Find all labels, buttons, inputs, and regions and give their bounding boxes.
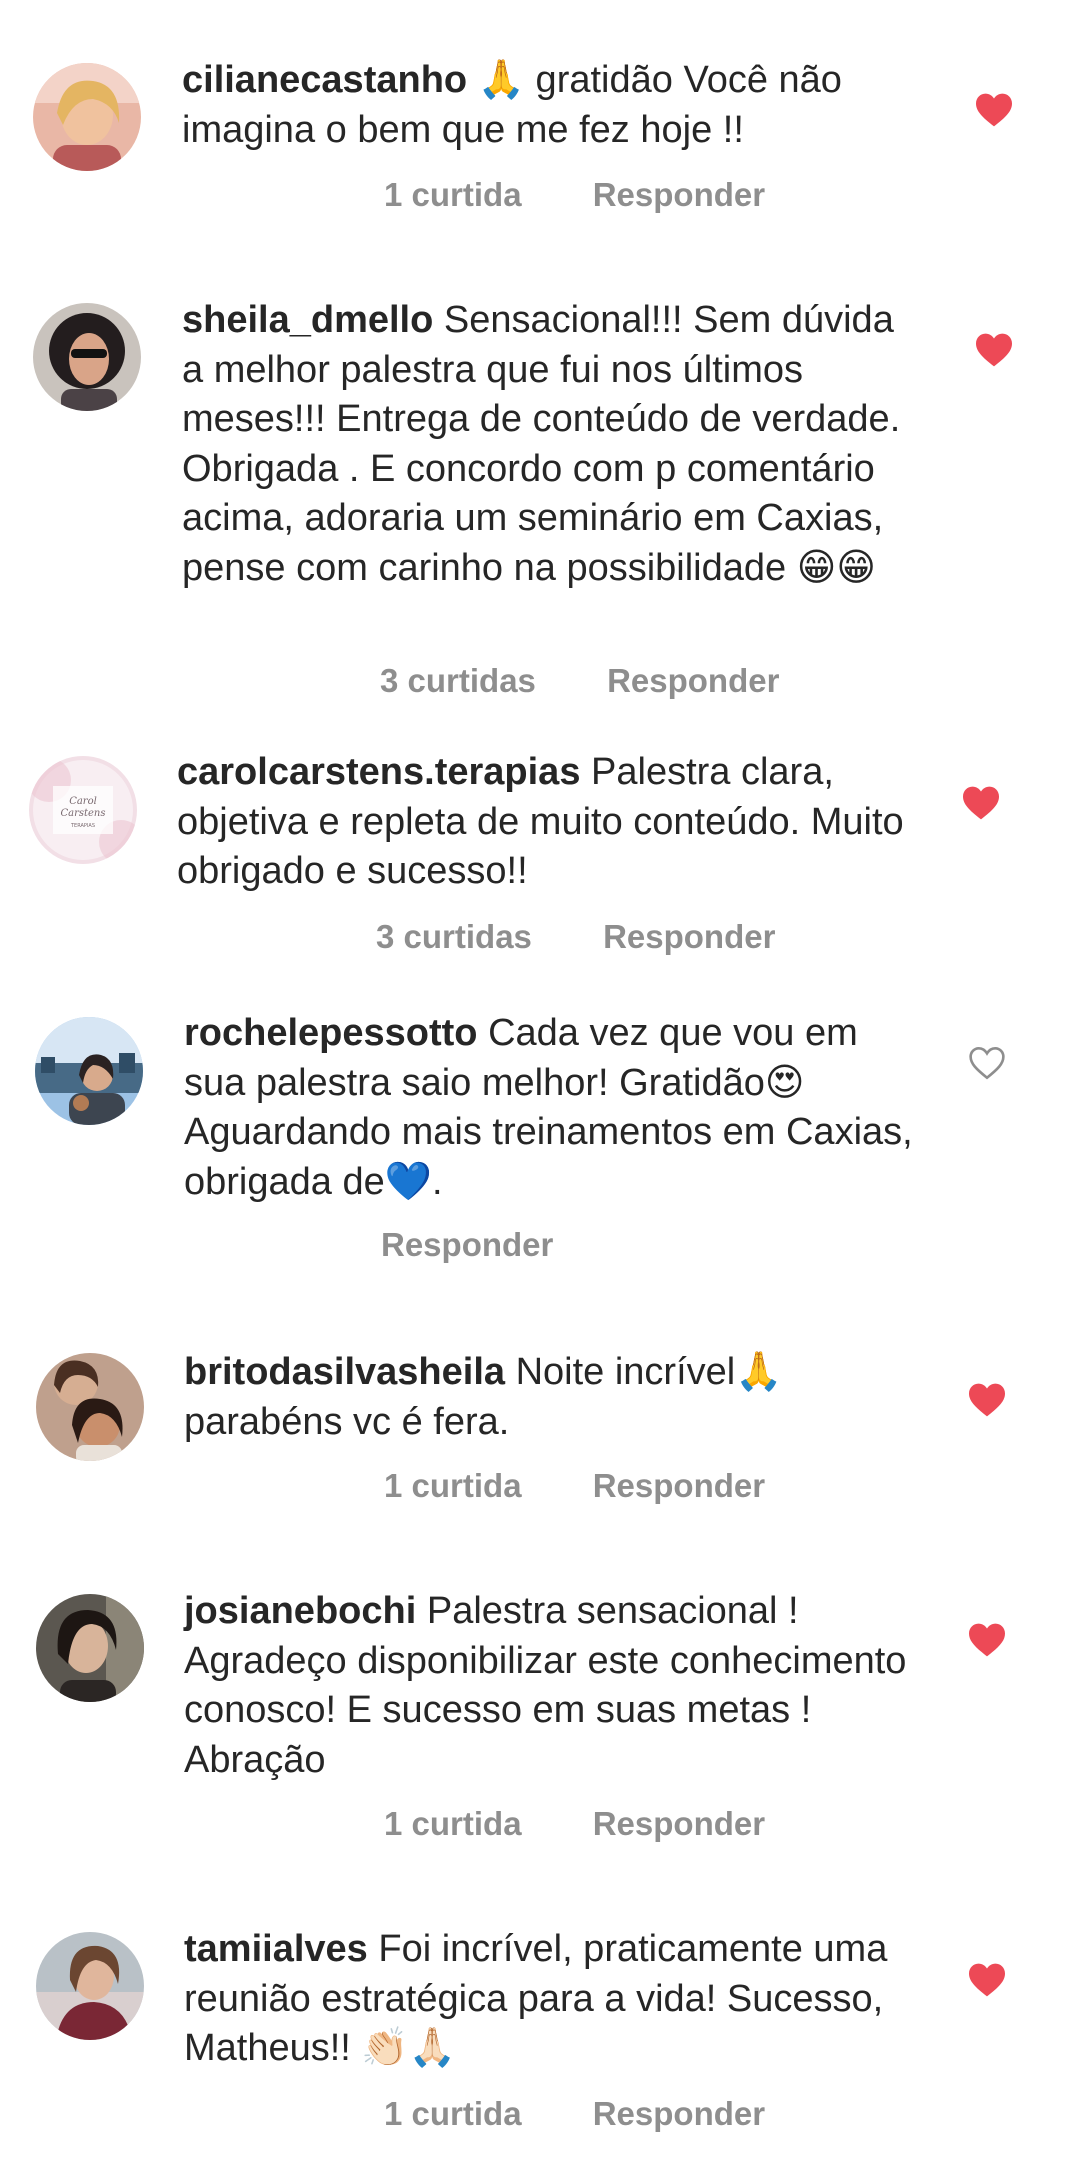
reply-button[interactable]: Responder bbox=[593, 1467, 765, 1505]
comment-username[interactable]: tamiialves bbox=[184, 1928, 368, 1970]
comment-username[interactable]: josianebochi bbox=[184, 1590, 416, 1632]
comment-username[interactable]: cilianecastanho bbox=[182, 59, 467, 101]
avatar[interactable]: Carol Carstens TERAPIAS bbox=[29, 756, 137, 864]
heart-filled-icon[interactable] bbox=[961, 785, 1001, 821]
like-count[interactable]: 1 curtida bbox=[384, 1467, 522, 1505]
comment-meta: 1 curtida Responder bbox=[384, 2095, 765, 2133]
like-count[interactable]: 3 curtidas bbox=[376, 918, 532, 956]
avatar[interactable] bbox=[33, 63, 141, 171]
heart-filled-icon[interactable] bbox=[967, 1962, 1007, 1998]
comment-username[interactable]: britodasilvasheila bbox=[184, 1351, 505, 1393]
comment-body: carolcarstens.terapias Palestra clara, o… bbox=[177, 748, 917, 897]
like-count[interactable]: 1 curtida bbox=[384, 176, 522, 214]
avatar-logo-line: Carol bbox=[69, 796, 97, 807]
heart-filled-icon[interactable] bbox=[967, 1622, 1007, 1658]
comment-username[interactable]: rochelepessotto bbox=[184, 1012, 478, 1054]
comment-body: rochelepessotto Cada vez que vou em sua … bbox=[184, 1009, 924, 1207]
reply-button[interactable]: Responder bbox=[593, 176, 765, 214]
heart-filled-icon[interactable] bbox=[967, 1382, 1007, 1418]
reply-button[interactable]: Responder bbox=[593, 1805, 765, 1843]
avatar[interactable] bbox=[36, 1594, 144, 1702]
avatar[interactable] bbox=[36, 1932, 144, 2040]
comment-username[interactable]: carolcarstens.terapias bbox=[177, 751, 580, 793]
comment-meta: 1 curtida Responder bbox=[384, 1805, 765, 1843]
comment-username[interactable]: sheila_dmello bbox=[182, 299, 433, 341]
comment-meta: Responder bbox=[381, 1226, 553, 1264]
comment-body: josianebochi Palestra sensacional ! Agra… bbox=[184, 1587, 924, 1785]
reply-button[interactable]: Responder bbox=[593, 2095, 765, 2133]
reply-button[interactable]: Responder bbox=[381, 1226, 553, 1264]
comment-body: cilianecastanho 🙏 gratidão Você não imag… bbox=[182, 56, 922, 155]
comment-body: britodasilvasheila Noite incrível🙏 parab… bbox=[184, 1348, 924, 1447]
comment-meta: 1 curtida Responder bbox=[384, 1467, 765, 1505]
comment-body: tamiialves Foi incrível, praticamente um… bbox=[184, 1925, 924, 2074]
reply-button[interactable]: Responder bbox=[607, 662, 779, 700]
like-count[interactable]: 1 curtida bbox=[384, 1805, 522, 1843]
heart-filled-icon[interactable] bbox=[974, 332, 1014, 368]
avatar[interactable] bbox=[35, 1017, 143, 1125]
heart-outline-icon[interactable] bbox=[967, 1045, 1007, 1081]
comment-meta: 3 curtidas Responder bbox=[376, 918, 775, 956]
avatar-logo-line: TERAPIAS bbox=[70, 823, 95, 829]
comment-text: Sensacional!!! Sem dúvida a melhor pales… bbox=[182, 299, 901, 589]
comment-body: sheila_dmello Sensacional!!! Sem dúvida … bbox=[182, 296, 922, 593]
heart-filled-icon[interactable] bbox=[974, 92, 1014, 128]
avatar[interactable] bbox=[36, 1353, 144, 1461]
avatar-logo-line: Carstens bbox=[60, 808, 105, 819]
like-count[interactable]: 1 curtida bbox=[384, 2095, 522, 2133]
comment-meta: 1 curtida Responder bbox=[384, 176, 765, 214]
like-count[interactable]: 3 curtidas bbox=[380, 662, 536, 700]
comments-screen: { "colors": { "like_red": "#ed4956", "me… bbox=[0, 0, 1080, 2168]
avatar[interactable] bbox=[33, 303, 141, 411]
comment-meta: 3 curtidas Responder bbox=[380, 662, 779, 700]
reply-button[interactable]: Responder bbox=[603, 918, 775, 956]
